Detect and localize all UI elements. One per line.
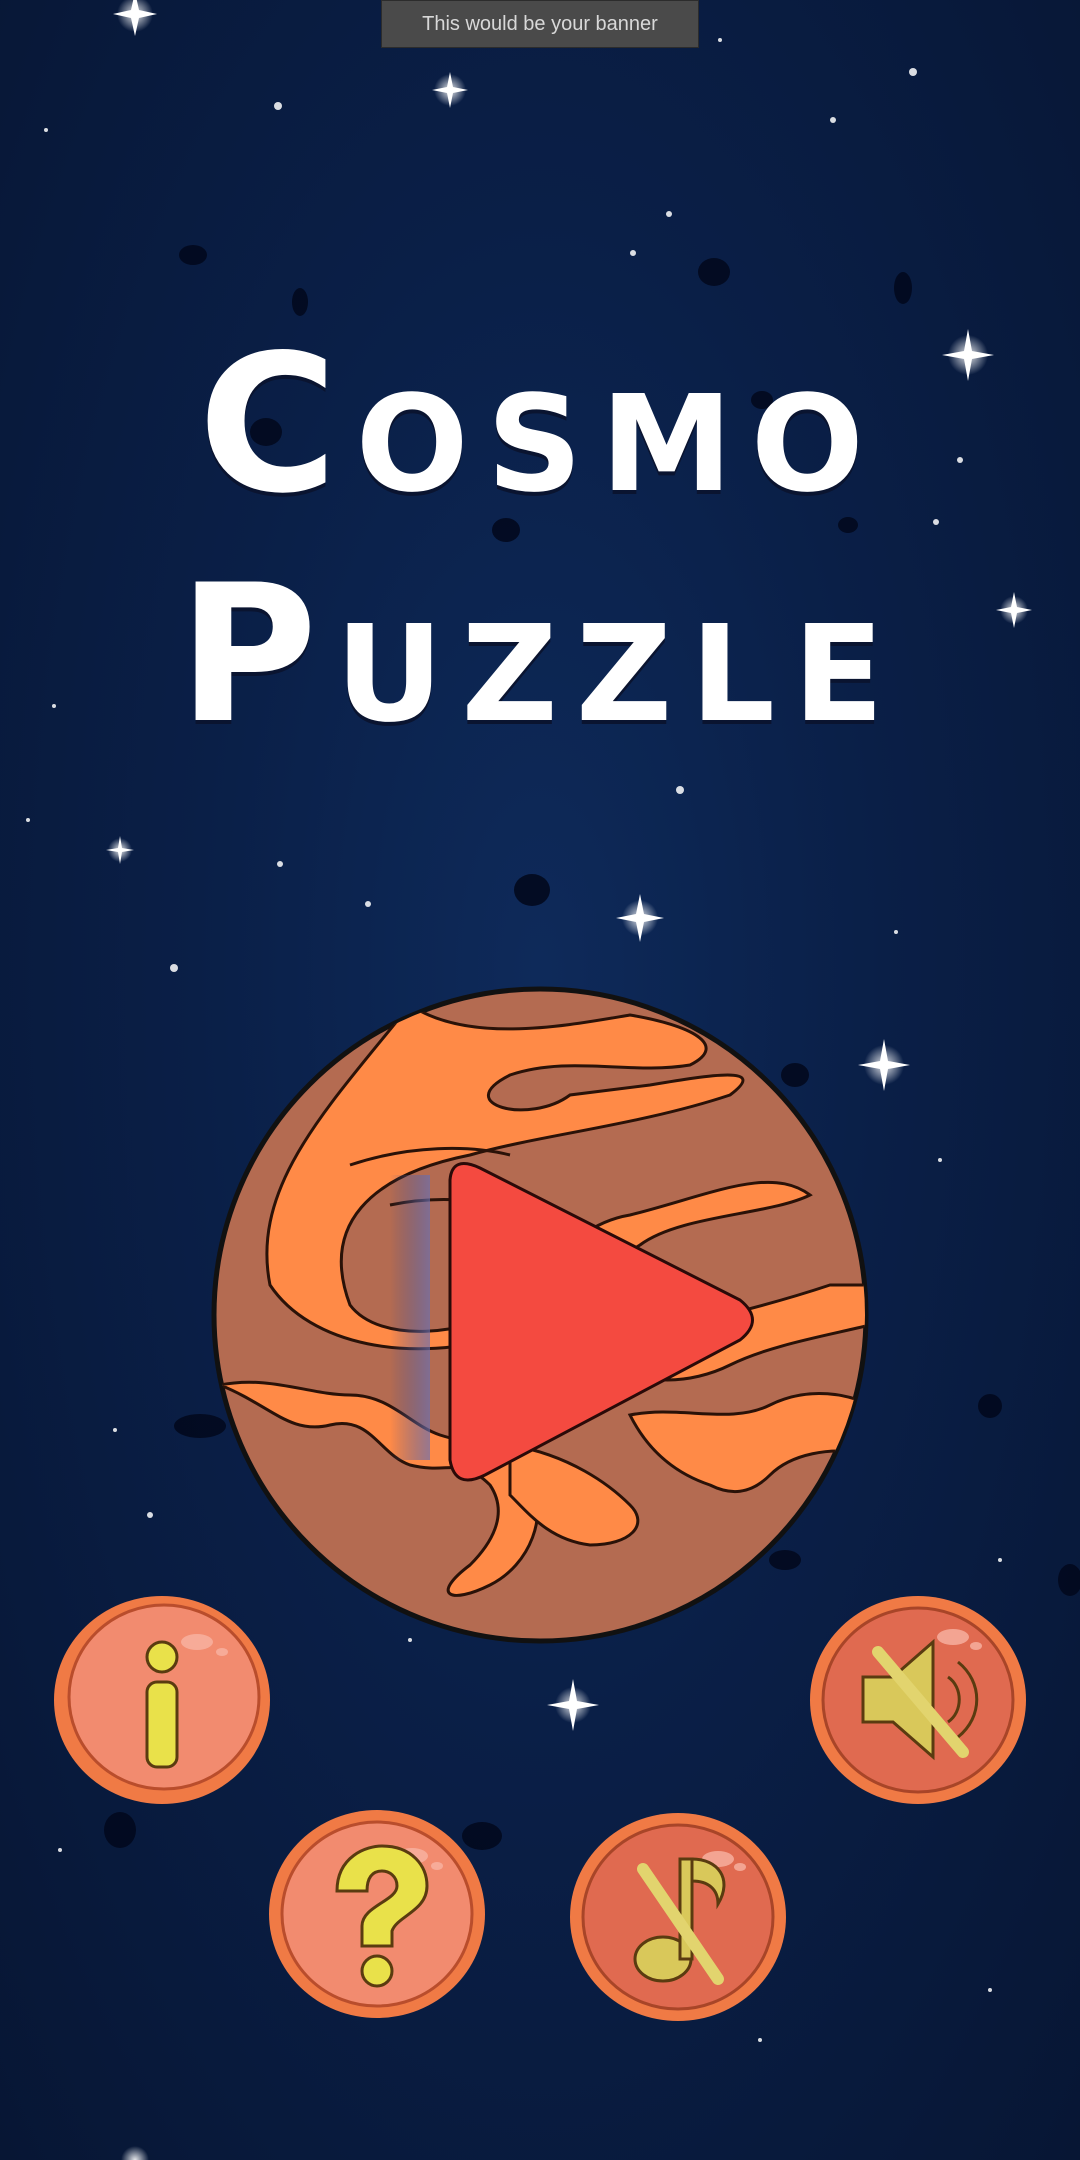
info-button[interactable] <box>52 1592 272 1807</box>
help-button[interactable] <box>267 1806 487 2021</box>
ad-banner[interactable]: This would be your banner <box>381 0 699 48</box>
info-icon <box>145 1640 179 1769</box>
game-title-line-1: Cosmo <box>198 314 882 535</box>
music-toggle-button[interactable] <box>568 1809 788 2024</box>
sound-toggle-button[interactable] <box>808 1592 1028 1807</box>
game-title-line-2: Puzzle <box>178 544 902 765</box>
play-button[interactable] <box>390 1160 760 1485</box>
play-icon <box>448 1162 754 1482</box>
